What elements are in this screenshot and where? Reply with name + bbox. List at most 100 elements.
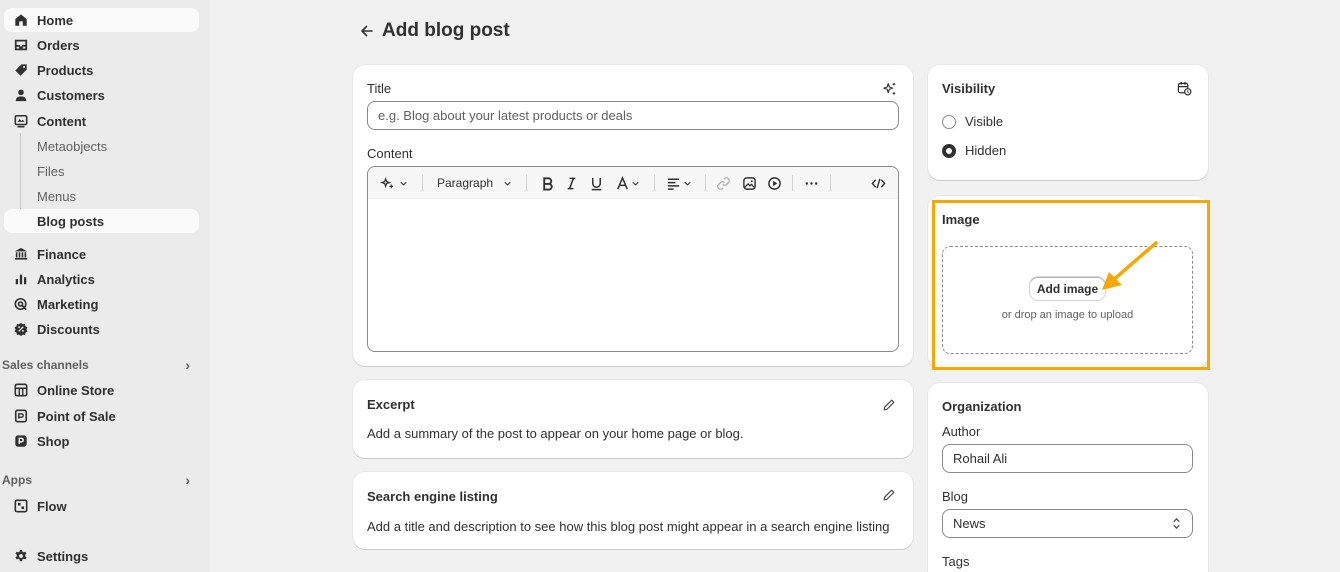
pencil-icon[interactable] — [882, 398, 896, 412]
calendar-clock-icon[interactable] — [1177, 81, 1192, 96]
organization-card: Organization Author Rohail Ali Blog News… — [928, 383, 1208, 572]
nav-shop[interactable]: Shop — [4, 429, 199, 453]
nav-flow-label: Flow — [37, 498, 67, 514]
visibility-option-hidden[interactable]: Hidden — [942, 143, 1006, 158]
link-icon[interactable] — [716, 174, 731, 192]
nav-orders-label: Orders — [37, 37, 80, 53]
chevron-down-icon[interactable] — [502, 174, 513, 192]
organization-title: Organization — [942, 399, 1022, 414]
radio-unchecked[interactable] — [942, 114, 956, 129]
nav-orders[interactable]: Orders — [4, 33, 199, 57]
pencil-icon[interactable] — [882, 488, 896, 502]
nav-online-store-label: Online Store — [37, 382, 115, 398]
nav-shop-label: Shop — [37, 433, 70, 449]
nav-home[interactable]: Home — [4, 8, 199, 32]
nav-files[interactable]: Files — [4, 159, 199, 183]
nav-point-of-sale-label: Point of Sale — [37, 408, 116, 424]
more-icon[interactable] — [804, 174, 819, 192]
chevron-down-icon[interactable] — [682, 174, 693, 192]
home-icon — [14, 13, 28, 27]
text-color-icon[interactable] — [615, 174, 630, 192]
video-icon[interactable] — [767, 174, 782, 192]
bar-chart-icon — [14, 272, 28, 286]
nav-analytics-label: Analytics — [37, 271, 95, 287]
nav-customers-label: Customers — [37, 87, 105, 103]
visibility-option-visible[interactable]: Visible — [942, 114, 1003, 129]
discount-icon — [14, 322, 28, 336]
flow-icon — [14, 499, 28, 513]
nav-blog-posts[interactable]: Blog posts — [4, 209, 199, 233]
toolbar-divider — [792, 175, 793, 191]
select-chevron-icon — [1173, 518, 1180, 529]
chevron-right-icon[interactable]: › — [185, 357, 190, 373]
nav-home-label: Home — [37, 12, 74, 28]
paragraph-select[interactable]: Paragraph — [437, 174, 493, 192]
back-arrow-icon[interactable] — [358, 22, 376, 40]
toolbar-divider — [526, 175, 527, 191]
image-icon[interactable] — [742, 174, 757, 192]
nav-metaobjects[interactable]: Metaobjects — [4, 134, 199, 158]
nav-content[interactable]: Content — [4, 109, 199, 133]
nav-products[interactable]: Products — [4, 58, 199, 82]
shop-icon — [14, 434, 28, 448]
toolbar-divider — [654, 175, 655, 191]
blog-select[interactable]: News — [942, 509, 1193, 538]
seo-card: Search engine listing Add a title and de… — [353, 472, 913, 549]
highlight-box — [932, 200, 1210, 370]
store-icon — [14, 383, 28, 397]
nav-discounts[interactable]: Discounts — [4, 317, 199, 341]
toolbar-divider — [705, 175, 706, 191]
content-label: Content — [367, 146, 413, 161]
radio-checked[interactable] — [942, 143, 956, 158]
nav-marketing[interactable]: Marketing — [4, 292, 199, 316]
title-input[interactable]: e.g. Blog about your latest products or … — [367, 101, 899, 130]
sidebar: Home Orders Products Customers Content M… — [0, 0, 210, 572]
nav-point-of-sale[interactable]: Point of Sale — [4, 404, 199, 428]
apps-label: Apps — [2, 473, 32, 487]
apps-header[interactable]: Apps › — [2, 472, 202, 488]
nav-finance[interactable]: Finance — [4, 242, 199, 266]
author-input[interactable]: Rohail Ali — [942, 444, 1193, 473]
excerpt-description: Add a summary of the post to appear on y… — [367, 426, 744, 441]
chevron-down-icon[interactable] — [630, 174, 641, 192]
content-editor[interactable]: Paragraph — [367, 166, 899, 352]
bank-icon — [14, 247, 28, 261]
pos-icon — [14, 409, 28, 423]
title-content-card: Title e.g. Blog about your latest produc… — [353, 65, 913, 366]
orders-icon — [14, 38, 28, 52]
align-icon[interactable] — [666, 174, 681, 192]
excerpt-title: Excerpt — [367, 397, 415, 412]
toolbar-divider — [830, 175, 831, 191]
code-icon[interactable] — [871, 174, 886, 192]
editor-toolbar: Paragraph — [368, 167, 898, 199]
nav-marketing-label: Marketing — [37, 296, 99, 312]
nav-menus[interactable]: Menus — [4, 184, 199, 208]
nav-products-label: Products — [37, 62, 94, 78]
gear-icon — [14, 549, 28, 563]
nav-settings[interactable]: Settings — [4, 544, 199, 568]
page-title: Add blog post — [382, 20, 510, 41]
magic-icon[interactable] — [380, 174, 395, 192]
visible-label: Visible — [965, 114, 1004, 129]
nav-customers[interactable]: Customers — [4, 83, 199, 107]
chevron-down-icon[interactable] — [398, 174, 409, 192]
visibility-title: Visibility — [942, 81, 996, 96]
nav-analytics[interactable]: Analytics — [4, 267, 199, 291]
underline-icon[interactable] — [589, 174, 604, 192]
target-icon — [14, 297, 28, 311]
nav-finance-label: Finance — [37, 246, 87, 262]
italic-icon[interactable] — [564, 174, 579, 192]
excerpt-card: Excerpt Add a summary of the post to app… — [353, 380, 913, 458]
bold-icon[interactable] — [540, 174, 555, 192]
toolbar-divider — [422, 175, 423, 191]
tag-icon — [14, 63, 28, 77]
nav-content-label: Content — [37, 113, 87, 129]
seo-description: Add a title and description to see how t… — [367, 519, 890, 534]
nav-flow[interactable]: Flow — [4, 494, 199, 518]
visibility-card: Visibility Visible Hidden — [928, 65, 1208, 180]
sales-channels-header[interactable]: Sales channels › — [2, 357, 202, 373]
chevron-right-icon[interactable]: › — [185, 472, 190, 488]
blog-label: Blog — [942, 489, 969, 504]
sparkle-icon[interactable] — [883, 82, 897, 96]
nav-online-store[interactable]: Online Store — [4, 378, 199, 402]
